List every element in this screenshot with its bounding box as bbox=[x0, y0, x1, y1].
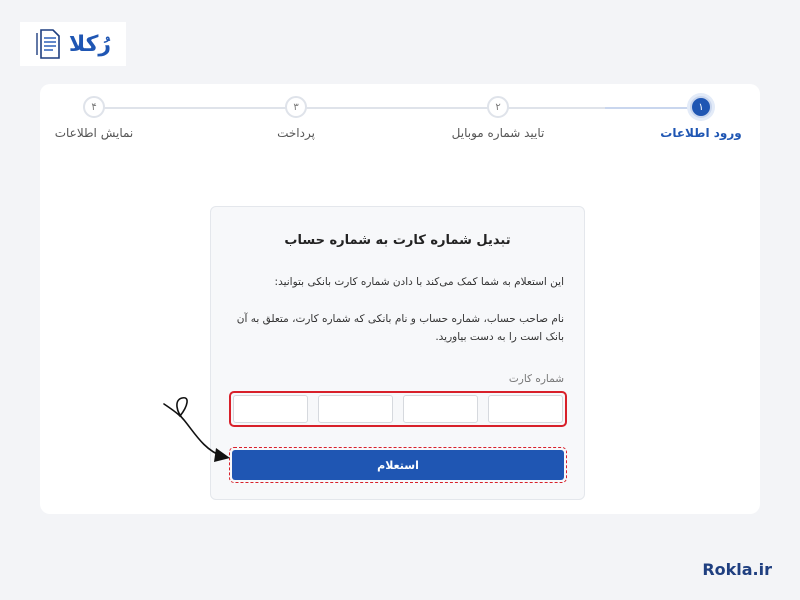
card-number-inputs bbox=[229, 391, 567, 427]
document-icon bbox=[36, 29, 60, 59]
card-number-input-2[interactable] bbox=[318, 395, 393, 423]
card-number-input-4[interactable] bbox=[488, 395, 563, 423]
step-enter-info: ۱ ورود اطلاعات bbox=[641, 96, 761, 140]
inquiry-form: تبدیل شماره کارت به شماره حساب این استعل… bbox=[210, 206, 585, 500]
submit-highlight: استعلام bbox=[229, 447, 567, 483]
card-number-input-1[interactable] bbox=[233, 395, 308, 423]
form-description-details: نام صاحب حساب، شماره حساب و نام بانکی که… bbox=[236, 313, 564, 343]
step-label: ورود اطلاعات bbox=[660, 126, 742, 140]
logo-text: رُکلا bbox=[68, 31, 112, 57]
form-title: تبدیل شماره کارت به شماره حساب bbox=[284, 233, 511, 248]
stepper: ۱ ورود اطلاعات ۲ تایید شماره موبایل ۳ پر… bbox=[40, 84, 760, 164]
step-payment: ۳ پرداخت bbox=[236, 96, 356, 140]
form-description: این استعلام به شما کمک می‌کند با دادن شم… bbox=[274, 276, 564, 288]
step-label: تایید شماره موبایل bbox=[451, 126, 545, 140]
logo[interactable]: رُکلا bbox=[20, 22, 126, 66]
step-number: ۴ bbox=[83, 96, 105, 118]
pointer-arrow-icon bbox=[163, 396, 230, 462]
card-number-label: شماره کارت bbox=[508, 373, 564, 385]
step-label: پرداخت bbox=[277, 126, 315, 140]
main-card: ۱ ورود اطلاعات ۲ تایید شماره موبایل ۳ پر… bbox=[40, 84, 760, 514]
step-label: نمایش اطلاعات bbox=[54, 126, 134, 140]
step-number: ۳ bbox=[285, 96, 307, 118]
inquiry-submit-button[interactable]: استعلام bbox=[232, 450, 564, 480]
step-show-info: ۴ نمایش اطلاعات bbox=[34, 96, 154, 140]
step-number: ۱ bbox=[690, 96, 712, 118]
step-verify-mobile: ۲ تایید شماره موبایل bbox=[438, 96, 558, 140]
footer-brand[interactable]: Rokla.ir bbox=[702, 560, 772, 579]
card-number-input-3[interactable] bbox=[403, 395, 478, 423]
step-number: ۲ bbox=[487, 96, 509, 118]
